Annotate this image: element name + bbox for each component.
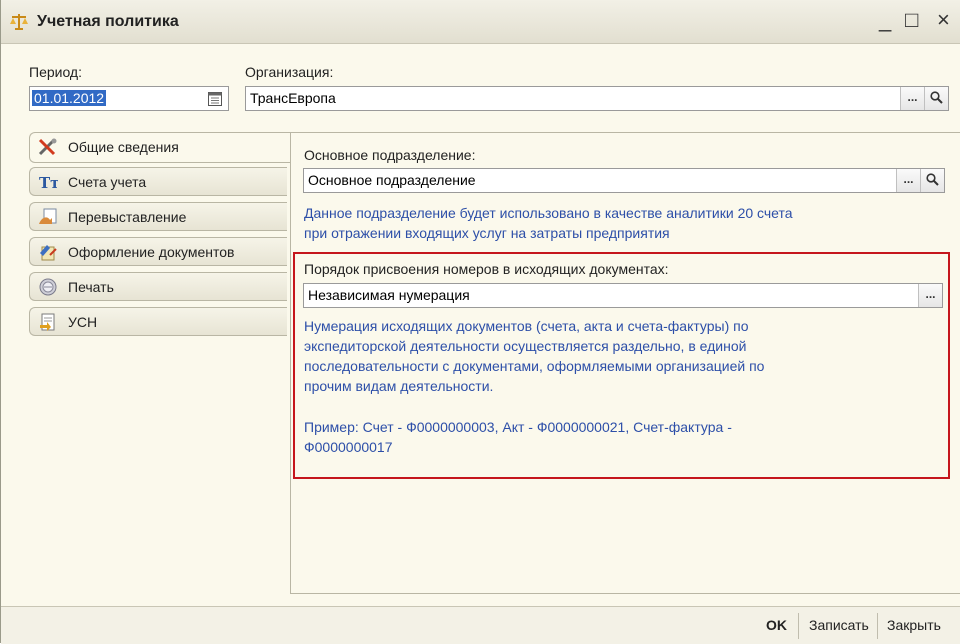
tab-label: Перевыставление — [68, 209, 187, 225]
division-search-button[interactable] — [920, 169, 944, 192]
separator — [798, 613, 799, 639]
numbering-example-line: Пример: Счет - Ф0000000003, Акт - Ф00000… — [304, 419, 732, 435]
accounts-icon: Тт — [39, 174, 58, 191]
division-hint-line: Данное подразделение будет использовано … — [304, 205, 793, 221]
calendar-icon[interactable] — [208, 91, 222, 106]
numbering-order-value: Независимая нумерация — [308, 287, 470, 303]
svg-text:Тт: Тт — [39, 174, 58, 191]
close-button[interactable]: Закрыть — [887, 617, 941, 633]
tools-icon — [38, 138, 57, 156]
reinvoice-icon — [39, 208, 57, 224]
numbering-order-field[interactable]: Независимая нумерация ... — [303, 283, 943, 308]
period-value: 01.01.2012 — [32, 90, 107, 106]
tab-label: Печать — [68, 279, 114, 295]
division-select-button[interactable]: ... — [896, 169, 920, 192]
bottom-command-bar: OK Записать Закрыть — [1, 606, 960, 644]
tab-accounts[interactable]: Тт Счета учета — [29, 167, 287, 196]
division-hint-line: при отражении входящих услуг на затраты … — [304, 225, 670, 241]
tab-label: УСН — [68, 314, 98, 330]
period-label: Период: — [29, 64, 82, 80]
tab-usn[interactable]: УСН — [29, 307, 287, 336]
separator — [877, 613, 878, 639]
tab-label: Общие сведения — [68, 139, 179, 155]
tab-label: Счета учета — [68, 174, 147, 190]
title-bar: Учетная политика _ □ × — [1, 0, 960, 44]
ok-button[interactable]: OK — [766, 617, 787, 633]
main-division-label: Основное подразделение: — [304, 147, 476, 163]
main-division-field[interactable]: Основное подразделение ... — [303, 168, 945, 193]
period-field[interactable]: 01.01.2012 — [29, 86, 229, 111]
documents-icon — [40, 245, 57, 261]
maximize-button[interactable]: □ — [905, 8, 918, 32]
numbering-example-line: Ф0000000017 — [304, 439, 393, 455]
tab-general-info[interactable]: Общие сведения — [29, 132, 291, 163]
numbering-order-label: Порядок присвоения номеров в исходящих д… — [304, 261, 669, 277]
organization-value: ТрансЕвропа — [250, 90, 336, 106]
organization-select-button[interactable]: ... — [900, 87, 924, 110]
numbering-hint-line: последовательности с документами, оформл… — [304, 358, 765, 374]
numbering-hint-line: экспедиторской деятельности осуществляет… — [304, 338, 747, 354]
tab-print[interactable]: Печать — [29, 272, 287, 301]
close-window-button[interactable]: × — [937, 8, 950, 32]
numbering-hint-line: Нумерация исходящих документов (счета, а… — [304, 318, 749, 334]
usn-icon — [40, 313, 55, 331]
organization-label: Организация: — [245, 64, 334, 80]
main-division-value: Основное подразделение — [308, 172, 476, 188]
numbering-select-button[interactable]: ... — [918, 284, 942, 307]
tab-reinvoice[interactable]: Перевыставление — [29, 202, 287, 231]
magnifier-icon — [930, 91, 943, 104]
organization-search-button[interactable] — [924, 87, 948, 110]
numbering-hint-line: прочим видам деятельности. — [304, 378, 494, 394]
magnifier-icon — [926, 173, 939, 186]
print-icon — [39, 278, 57, 296]
save-button[interactable]: Записать — [809, 617, 869, 633]
minimize-button[interactable]: _ — [879, 8, 891, 32]
accounting-policy-window: Учетная политика _ □ × Период: 01.01.201… — [0, 0, 960, 644]
tab-label: Оформление документов — [68, 244, 235, 260]
window-title: Учетная политика — [37, 13, 179, 30]
organization-field[interactable]: ТрансЕвропа ... — [245, 86, 949, 111]
scales-icon — [10, 14, 28, 30]
tab-documents[interactable]: Оформление документов — [29, 237, 287, 266]
